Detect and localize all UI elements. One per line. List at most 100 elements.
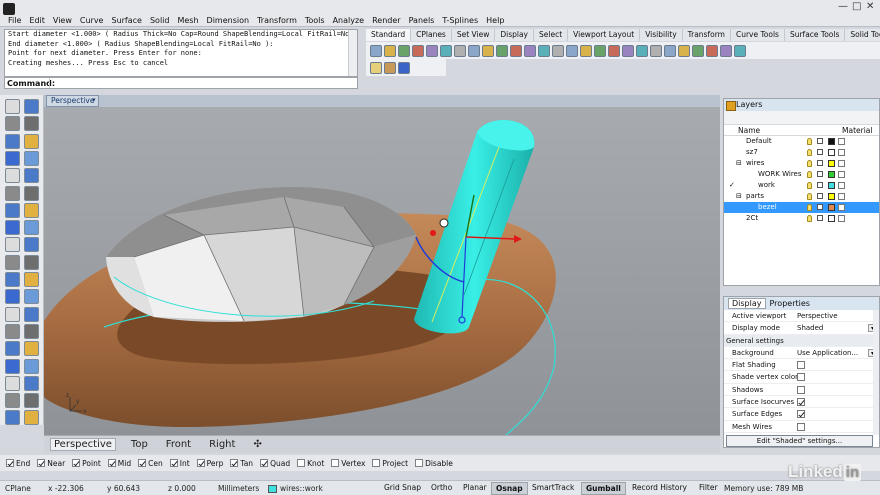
material-swatch[interactable]: [838, 171, 845, 178]
checkbox-icon[interactable]: [797, 373, 805, 382]
checkbox-icon[interactable]: [169, 459, 178, 467]
osnap-tan[interactable]: Tan: [230, 459, 253, 468]
checkbox-icon[interactable]: [6, 459, 14, 467]
layer-row-work-wires[interactable]: WORK Wires: [724, 169, 879, 180]
material-swatch[interactable]: [838, 204, 845, 211]
osnap-perp[interactable]: Perp: [196, 459, 223, 468]
dimension-icon[interactable]: [5, 358, 20, 374]
osnap-vertex[interactable]: Vertex: [331, 459, 365, 468]
unlock-icon[interactable]: [678, 44, 690, 57]
hide-icon[interactable]: [5, 375, 20, 391]
lightbulb-icon[interactable]: [664, 44, 676, 57]
rotate-icon[interactable]: [5, 306, 20, 322]
setting-display-mode[interactable]: Display modeShaded▾: [724, 322, 879, 335]
menu-edit[interactable]: Edit: [25, 16, 49, 26]
options-icon[interactable]: [734, 44, 746, 57]
layer-row-work[interactable]: ✓ work: [724, 180, 879, 191]
point-icon[interactable]: [24, 99, 39, 114]
fillet-curve-icon[interactable]: [5, 185, 20, 201]
menu-mesh[interactable]: Mesh: [173, 16, 202, 26]
lock-icon[interactable]: [24, 375, 39, 391]
checkbox-icon[interactable]: [297, 459, 306, 467]
menu-solid[interactable]: Solid: [146, 16, 174, 26]
checkbox-icon[interactable]: [230, 459, 239, 467]
zoom-icon[interactable]: [5, 410, 20, 426]
surface-icon[interactable]: [24, 202, 39, 218]
osnap-toggle[interactable]: Osnap: [491, 482, 528, 495]
menu-curve[interactable]: Curve: [76, 16, 108, 26]
zoom-icon[interactable]: [524, 44, 536, 57]
boolean-icon[interactable]: [5, 237, 20, 253]
offset-icon[interactable]: [24, 185, 39, 201]
print-icon[interactable]: [412, 44, 424, 57]
collapse-icon[interactable]: ⊟: [736, 191, 742, 202]
checkbox-icon[interactable]: [196, 459, 205, 467]
rhino-app-icon[interactable]: [3, 3, 15, 15]
cplane-label[interactable]: CPlane: [5, 484, 31, 493]
setting-flat-shading[interactable]: Flat Shading: [724, 359, 879, 372]
extrude-icon[interactable]: [5, 202, 20, 218]
tab-select[interactable]: Select: [534, 29, 569, 41]
menu-tools[interactable]: Tools: [301, 16, 329, 26]
checkbox-icon[interactable]: [260, 459, 269, 467]
zoom-extents-icon[interactable]: [552, 44, 564, 57]
sphere-icon[interactable]: [24, 220, 39, 236]
curve-icon[interactable]: [5, 133, 20, 149]
viewport-scene[interactable]: z x y: [44, 107, 720, 435]
material-swatch[interactable]: [838, 138, 845, 145]
rendered-icon[interactable]: [650, 44, 662, 57]
maximize-button[interactable]: □: [852, 1, 861, 12]
checkbox-icon[interactable]: [37, 459, 46, 467]
visibility-bulb-icon[interactable]: [807, 149, 812, 156]
checkbox-icon[interactable]: [138, 459, 147, 467]
layer-row-sz7[interactable]: sz7: [724, 147, 879, 158]
zoom-window-icon[interactable]: [538, 44, 550, 57]
join-icon[interactable]: [24, 254, 39, 270]
tab-standard[interactable]: Standard: [366, 29, 412, 41]
lock-icon[interactable]: [817, 204, 823, 210]
tab-visibility[interactable]: Visibility: [640, 29, 683, 41]
lock-icon[interactable]: [817, 193, 823, 199]
tab-curve-tools[interactable]: Curve Tools: [730, 29, 785, 41]
osnap-disable[interactable]: Disable: [415, 459, 453, 468]
collapse-icon[interactable]: ⊟: [736, 158, 742, 169]
setting-value[interactable]: Use Application...: [797, 347, 858, 359]
gumball-toggle[interactable]: Gumball: [581, 482, 626, 495]
setting-shadows[interactable]: Shadows: [724, 384, 879, 397]
setting-mesh-wires[interactable]: Mesh Wires: [724, 421, 879, 433]
layer-color-swatch[interactable]: [828, 149, 835, 156]
setting-value[interactable]: Shaded: [797, 322, 823, 334]
copy-icon[interactable]: [454, 44, 466, 57]
render-icon[interactable]: [24, 341, 39, 357]
lock-icon[interactable]: [817, 160, 823, 166]
layer-color-swatch[interactable]: [828, 160, 835, 167]
trim-icon[interactable]: [24, 237, 39, 253]
box-icon[interactable]: [5, 220, 20, 236]
polygon-icon[interactable]: [24, 168, 39, 184]
tab-solid-tools[interactable]: Solid Tools: [845, 29, 880, 41]
new-icon[interactable]: [370, 44, 382, 57]
setting-surface-isocurves[interactable]: Surface Isocurves: [724, 396, 879, 409]
add-viewport-icon[interactable]: ✣: [250, 439, 264, 450]
properties-icon[interactable]: [608, 44, 620, 57]
layer-color-swatch[interactable]: [828, 193, 835, 200]
open-icon[interactable]: [384, 44, 396, 57]
grid-icon[interactable]: [594, 44, 606, 57]
checkbox-icon[interactable]: [415, 459, 424, 467]
layer-color-swatch[interactable]: [828, 138, 835, 145]
array-icon[interactable]: [24, 323, 39, 339]
osnap-knot[interactable]: Knot: [297, 459, 324, 468]
setting-shade-vertex-colors[interactable]: Shade vertex colors: [724, 371, 879, 384]
layer-color-swatch[interactable]: [828, 171, 835, 178]
record-history-toggle[interactable]: Record History: [628, 482, 691, 495]
color-wheel-icon[interactable]: [720, 44, 732, 57]
grid-snap-toggle[interactable]: Grid Snap: [380, 482, 425, 495]
import-icon[interactable]: [426, 44, 438, 57]
checkbox-icon[interactable]: [797, 361, 805, 370]
visibility-bulb-icon[interactable]: [807, 215, 812, 222]
tab-surface-tools[interactable]: Surface Tools: [784, 29, 846, 41]
checkbox-icon[interactable]: [107, 459, 116, 467]
osnap-int[interactable]: Int: [169, 459, 190, 468]
layer-color-swatch[interactable]: [828, 182, 835, 189]
tab-properties[interactable]: Properties: [770, 299, 810, 308]
